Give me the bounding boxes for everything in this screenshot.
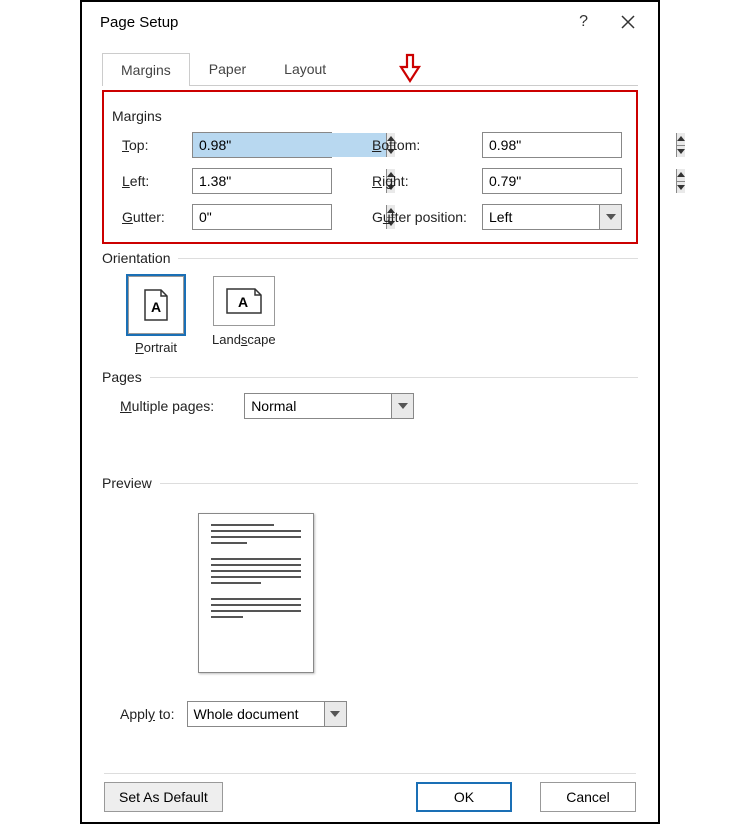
- help-button[interactable]: ?: [579, 13, 588, 31]
- right-margin-input[interactable]: [483, 169, 676, 193]
- titlebar: Page Setup ?: [82, 2, 658, 42]
- portrait-icon: A: [128, 276, 184, 334]
- gutter-position-label: Gutter position:: [372, 209, 482, 225]
- tab-paper-label: Paper: [209, 61, 246, 77]
- bottom-margin-spinner[interactable]: [482, 132, 622, 158]
- orientation-landscape[interactable]: A Landscape: [212, 276, 276, 347]
- dialog-title: Page Setup: [100, 14, 178, 31]
- tab-bar: Margins Paper Layout: [102, 52, 638, 86]
- preview-page-icon: [198, 513, 314, 673]
- ok-label: OK: [454, 789, 474, 805]
- bottom-margin-down[interactable]: [677, 146, 685, 158]
- landscape-label: Landscape: [212, 332, 276, 347]
- cancel-label: Cancel: [566, 789, 610, 805]
- left-margin-input[interactable]: [193, 169, 386, 193]
- bottom-margin-up[interactable]: [677, 133, 685, 146]
- close-button[interactable]: [612, 10, 644, 34]
- orientation-section-label: Orientation: [102, 250, 170, 266]
- preview-section-label: Preview: [102, 475, 152, 491]
- pages-section-label: Pages: [102, 369, 142, 385]
- page-setup-dialog: Page Setup ? Margins Paper Layout Margin…: [80, 0, 660, 824]
- left-margin-spinner[interactable]: [192, 168, 332, 194]
- multiple-pages-dropdown[interactable]: Normal: [244, 393, 414, 419]
- svg-text:A: A: [151, 299, 161, 315]
- apply-to-label: Apply to:: [120, 706, 175, 722]
- ok-button[interactable]: OK: [416, 782, 512, 812]
- tab-layout-label: Layout: [284, 61, 326, 77]
- gutter-position-value: Left: [483, 209, 599, 225]
- multiple-pages-value: Normal: [245, 398, 391, 414]
- tab-margins-label: Margins: [121, 62, 171, 78]
- svg-text:A: A: [238, 294, 248, 310]
- top-margin-spinner[interactable]: [192, 132, 332, 158]
- right-margin-spinner[interactable]: [482, 168, 622, 194]
- gutter-label: Gutter:: [122, 209, 192, 225]
- bottom-margin-label: Bottom:: [372, 137, 482, 153]
- landscape-icon: A: [213, 276, 275, 326]
- apply-to-value: Whole document: [188, 706, 324, 722]
- right-margin-up[interactable]: [677, 169, 685, 182]
- multiple-pages-label: Multiple pages:: [120, 398, 214, 414]
- apply-to-dropdown[interactable]: Whole document: [187, 701, 347, 727]
- gutter-position-dropdown-button[interactable]: [599, 205, 621, 229]
- top-margin-label: TTop:op:: [122, 137, 192, 153]
- tab-layout[interactable]: Layout: [265, 52, 345, 85]
- multiple-pages-dropdown-button[interactable]: [391, 394, 413, 418]
- set-as-default-label: Set As Default: [119, 789, 208, 805]
- bottom-margin-input[interactable]: [483, 133, 676, 157]
- annotation-arrow-icon: [398, 53, 422, 85]
- left-margin-label: Left:: [122, 173, 192, 189]
- orientation-portrait[interactable]: A Portrait: [128, 276, 184, 355]
- apply-to-dropdown-button[interactable]: [324, 702, 346, 726]
- cancel-button[interactable]: Cancel: [540, 782, 636, 812]
- portrait-label: Portrait: [135, 340, 177, 355]
- top-margin-input[interactable]: [193, 133, 386, 157]
- right-margin-down[interactable]: [677, 182, 685, 194]
- set-as-default-button[interactable]: Set As Default: [104, 782, 223, 812]
- gutter-input[interactable]: [193, 205, 386, 229]
- tab-paper[interactable]: Paper: [190, 52, 265, 85]
- gutter-spinner[interactable]: [192, 204, 332, 230]
- tab-margins[interactable]: Margins: [102, 53, 190, 86]
- right-margin-label: Right:: [372, 173, 482, 189]
- margins-section-label: Margins: [112, 108, 162, 124]
- gutter-position-dropdown[interactable]: Left: [482, 204, 622, 230]
- margins-section-highlight: Margins TTop:op: Bottom:: [102, 90, 638, 244]
